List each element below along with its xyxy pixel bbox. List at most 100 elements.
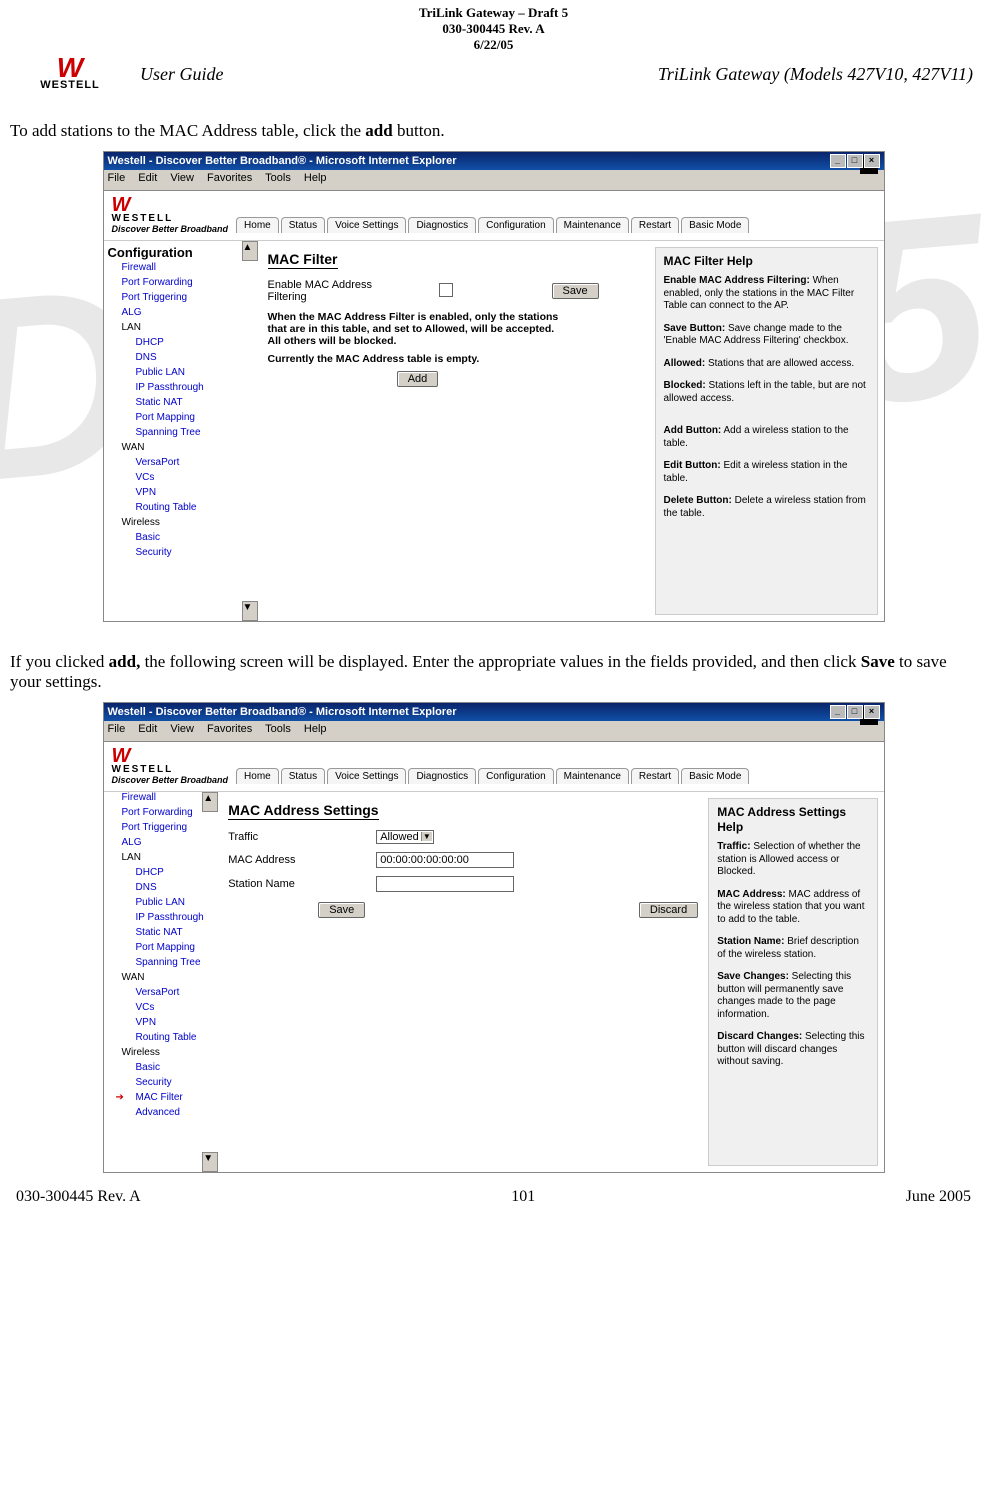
menu-help[interactable]: Help	[304, 172, 327, 184]
tab-status[interactable]: Status	[281, 768, 325, 784]
sidebar-item-vpn[interactable]: VPN	[108, 1015, 219, 1030]
sidebar-item-pmap[interactable]: Port Mapping	[108, 940, 219, 955]
sidebar-item-basic[interactable]: Basic	[108, 1060, 219, 1075]
tab-diag[interactable]: Diagnostics	[408, 768, 476, 784]
menu-favorites[interactable]: Favorites	[207, 723, 252, 735]
tab-maint[interactable]: Maintenance	[556, 217, 629, 233]
sidebar-item-vport[interactable]: VersaPort	[108, 455, 258, 470]
menu-view[interactable]: View	[170, 723, 194, 735]
tab-maint[interactable]: Maintenance	[556, 768, 629, 784]
enable-mac-checkbox[interactable]	[439, 283, 453, 297]
sidebar-item-rt[interactable]: Routing Table	[108, 1030, 219, 1045]
mac-input[interactable]	[376, 852, 514, 868]
sidebar-item-security[interactable]: Security	[108, 545, 258, 560]
sidebar-item-ipp[interactable]: IP Passthrough	[108, 910, 219, 925]
menu-edit[interactable]: Edit	[138, 172, 157, 184]
save-button[interactable]: Save	[552, 283, 599, 299]
model-label: TriLink Gateway (Models 427V10, 427V11)	[658, 64, 973, 85]
h2-2b: MAC Address:	[717, 889, 786, 900]
sidebar-item-stree[interactable]: Spanning Tree	[108, 955, 219, 970]
help-panel-2: MAC Address Settings Help Traffic: Selec…	[708, 798, 877, 1166]
sidebar-item-vcs[interactable]: VCs	[108, 470, 258, 485]
tab-restart[interactable]: Restart	[631, 768, 679, 784]
sidebar-group-wireless: Wireless	[108, 515, 258, 530]
sidebar-item-porttrig[interactable]: Port Triggering	[108, 820, 219, 835]
station-input[interactable]	[376, 876, 514, 892]
sidebar-item-dhcp[interactable]: DHCP	[108, 335, 258, 350]
window-controls-2[interactable]: _□×	[829, 705, 880, 719]
browser-menu-2[interactable]: File Edit View Favorites Tools Help	[104, 721, 884, 737]
menu-tools[interactable]: Tools	[265, 723, 291, 735]
sidebar-item-snat[interactable]: Static NAT	[108, 925, 219, 940]
tab-config[interactable]: Configuration	[478, 217, 553, 233]
h2-4b: Save Changes:	[717, 971, 789, 982]
tab-basic[interactable]: Basic Mode	[681, 768, 749, 784]
menu-favorites[interactable]: Favorites	[207, 172, 252, 184]
sidebar-item-snat[interactable]: Static NAT	[108, 395, 258, 410]
close-icon: ×	[864, 705, 880, 719]
sidebar-item-dhcp[interactable]: DHCP	[108, 865, 219, 880]
sidebar-item-vcs[interactable]: VCs	[108, 1000, 219, 1015]
sidebar-item-basic[interactable]: Basic	[108, 530, 258, 545]
tab-restart[interactable]: Restart	[631, 217, 679, 233]
help-h5b: Add Button:	[664, 425, 722, 436]
tab-config[interactable]: Configuration	[478, 768, 553, 784]
help-h7b: Delete Button:	[664, 495, 732, 506]
sidebar-item-vport[interactable]: VersaPort	[108, 985, 219, 1000]
window-controls[interactable]: _□×	[829, 154, 880, 168]
tab-basic[interactable]: Basic Mode	[681, 217, 749, 233]
tab-voice[interactable]: Voice Settings	[327, 217, 406, 233]
sidebar-item-firewall[interactable]: Firewall	[108, 260, 258, 275]
discard-button[interactable]: Discard	[639, 902, 698, 918]
p1-post: button.	[393, 121, 445, 140]
h2-1b: Traffic:	[717, 841, 750, 852]
scroll-down-icon[interactable]: ▼	[242, 601, 258, 621]
tab-voice[interactable]: Voice Settings	[327, 768, 406, 784]
sidebar-item-stree[interactable]: Spanning Tree	[108, 425, 258, 440]
screenshot-mac-filter: Westell - Discover Better Broadband® - M…	[103, 151, 885, 622]
sidebar-item-publan[interactable]: Public LAN	[108, 365, 258, 380]
scroll-up-icon[interactable]: ▲	[202, 792, 218, 812]
p1-pre: To add stations to the MAC Address table…	[10, 121, 365, 140]
window-title-2: Westell - Discover Better Broadband® - M…	[108, 706, 457, 718]
sidebar-item-alg[interactable]: ALG	[108, 835, 219, 850]
scroll-up-icon[interactable]: ▲	[242, 241, 258, 261]
sidebar-item-macfilter[interactable]: MAC Filter	[108, 1090, 219, 1105]
tab-status[interactable]: Status	[281, 217, 325, 233]
close-icon: ×	[864, 154, 880, 168]
sidebar-item-publan[interactable]: Public LAN	[108, 895, 219, 910]
tab-home[interactable]: Home	[236, 217, 279, 233]
sidebar-item-dns[interactable]: DNS	[108, 350, 258, 365]
menu-file[interactable]: File	[108, 172, 126, 184]
browser-menu[interactable]: File Edit View Favorites Tools Help	[104, 170, 884, 186]
station-label: Station Name	[228, 878, 368, 890]
sidebar-group-wan: WAN	[108, 970, 219, 985]
p2a: If you clicked	[10, 652, 109, 671]
menu-view[interactable]: View	[170, 172, 194, 184]
tab-diag[interactable]: Diagnostics	[408, 217, 476, 233]
save-button-2[interactable]: Save	[318, 902, 365, 918]
sidebar-item-advanced[interactable]: Advanced	[108, 1105, 219, 1120]
menu-tools[interactable]: Tools	[265, 172, 291, 184]
sidebar-item-dns[interactable]: DNS	[108, 880, 219, 895]
scroll-down-icon[interactable]: ▼	[202, 1152, 218, 1172]
add-button[interactable]: Add	[397, 371, 439, 387]
menu-file[interactable]: File	[108, 723, 126, 735]
help-title-2: MAC Address Settings Help	[717, 805, 868, 835]
traffic-value: Allowed	[380, 831, 419, 843]
sidebar-item-portfwd[interactable]: Port Forwarding	[108, 275, 258, 290]
menu-help[interactable]: Help	[304, 723, 327, 735]
sidebar-item-alg[interactable]: ALG	[108, 305, 258, 320]
sidebar-item-vpn[interactable]: VPN	[108, 485, 258, 500]
sidebar-item-rt[interactable]: Routing Table	[108, 500, 258, 515]
sidebar-item-pmap[interactable]: Port Mapping	[108, 410, 258, 425]
brand-name: WESTELL	[112, 764, 229, 775]
menu-edit[interactable]: Edit	[138, 723, 157, 735]
tab-home[interactable]: Home	[236, 768, 279, 784]
traffic-select[interactable]: Allowed	[376, 830, 434, 844]
brand-name: WESTELL	[112, 213, 229, 224]
sidebar-item-porttrig[interactable]: Port Triggering	[108, 290, 258, 305]
sidebar-item-security[interactable]: Security	[108, 1075, 219, 1090]
p2c: the following screen will be displayed. …	[140, 652, 860, 671]
sidebar-item-ipp[interactable]: IP Passthrough	[108, 380, 258, 395]
